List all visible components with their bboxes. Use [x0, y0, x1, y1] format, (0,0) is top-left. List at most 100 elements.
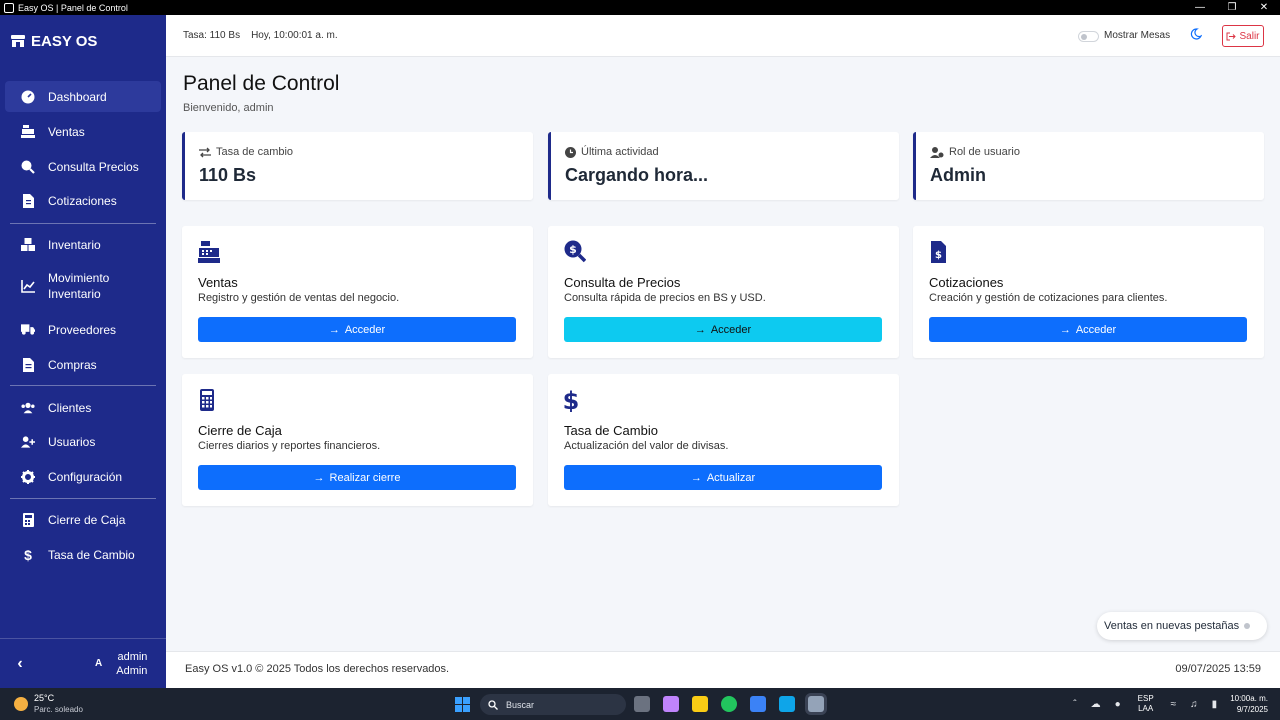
module-description: Cierres diarios y reportes financieros.	[198, 440, 381, 452]
os-taskbar: 25°C Parc. soleado Buscar ˆ ☁ ● ESP LAA …	[0, 688, 1280, 720]
sidebar-item-cotizaciones[interactable]: Cotizaciones	[5, 185, 161, 216]
sidebar-item-tasa-de-cambio[interactable]: $ Tasa de Cambio	[5, 539, 161, 570]
maximize-button[interactable]: ❐	[1216, 0, 1248, 15]
welcome-text: Bienvenido, admin	[183, 102, 274, 114]
store-icon[interactable]	[750, 696, 766, 712]
temperature: 25°C	[34, 693, 55, 703]
module-title: Ventas	[198, 275, 238, 290]
avatar[interactable]: A	[95, 658, 102, 669]
sidebar-item-consulta-precios[interactable]: Consulta Precios	[5, 151, 161, 182]
sidebar-item-label: Tasa de Cambio	[48, 547, 135, 562]
cash-register-icon	[198, 241, 220, 263]
weather-widget[interactable]: 25°C Parc. soleado	[14, 693, 83, 715]
module-title: Consulta de Precios	[564, 275, 681, 290]
page-title: Panel de Control	[183, 72, 340, 95]
stat-value: Admin	[930, 165, 986, 185]
consulta-precios-acceder-button[interactable]: → Acceder	[564, 317, 882, 342]
user-plus-icon	[21, 435, 35, 449]
button-label: Acceder	[1075, 323, 1117, 336]
module-card-cierre-de-caja: Cierre de Caja Cierres diarios y reporte…	[182, 374, 533, 506]
logout-button[interactable]: Salir	[1222, 25, 1264, 47]
window-title: Easy OS | Panel de Control	[18, 2, 128, 13]
weather-icon	[14, 697, 28, 711]
arrow-right-icon: →	[313, 471, 325, 484]
sidebar-item-proveedores[interactable]: Proveedores	[5, 314, 161, 345]
module-description: Registro y gestión de ventas del negocio…	[198, 292, 400, 304]
stat-value: 110 Bs	[199, 165, 257, 185]
sidebar-item-compras[interactable]: Compras	[5, 349, 161, 380]
cotizaciones-acceder-button[interactable]: → Acceder	[929, 317, 1247, 342]
sidebar-item-configuracion[interactable]: Configuración	[5, 461, 161, 492]
sidebar-item-label: Dashboard	[48, 89, 107, 104]
sidebar-item-ventas[interactable]: Ventas	[5, 116, 161, 147]
copyright: Easy OS v1.0 © 2025 Todos los derechos r…	[185, 663, 450, 675]
file-icon	[21, 357, 35, 372]
calculator-icon	[21, 512, 35, 527]
taskbar-search[interactable]: Buscar	[480, 694, 626, 715]
easy-os-app-icon[interactable]	[808, 696, 824, 712]
minimize-button[interactable]: —	[1184, 0, 1216, 15]
edge-browser-icon[interactable]	[721, 696, 737, 712]
footer-datetime: 09/07/2025 13:59	[1175, 663, 1261, 675]
sidebar-footer: ‹ A admin Admin	[0, 638, 166, 688]
chart-line-icon	[21, 279, 35, 293]
module-title: Cierre de Caja	[198, 423, 282, 438]
file-invoice-dollar-icon: $	[931, 241, 946, 263]
arrow-right-icon: →	[690, 471, 702, 484]
sidebar-item-label: Cierre de Caja	[48, 512, 126, 527]
gear-icon	[21, 469, 35, 484]
file-explorer-icon[interactable]	[692, 696, 708, 712]
arrow-right-icon: →	[1059, 323, 1071, 336]
module-card-cotizaciones: $ Cotizaciones Creación y gestión de cot…	[913, 226, 1264, 358]
sidebar-item-usuarios[interactable]: Usuarios	[5, 426, 161, 457]
sign-out-icon	[1226, 32, 1237, 40]
module-description: Creación y gestión de cotizaciones para …	[929, 292, 1168, 304]
mostrar-mesas-label: Mostrar Mesas	[1104, 30, 1171, 41]
wifi-icon[interactable]: ≈	[1171, 699, 1177, 710]
file-invoice-icon	[21, 193, 35, 208]
arrow-right-icon: →	[694, 323, 706, 336]
language-indicator[interactable]: ESP LAA	[1138, 694, 1154, 714]
sidebar-item-clientes[interactable]: Clientes	[5, 392, 161, 423]
cloud-icon[interactable]: ☁	[1091, 699, 1101, 710]
logout-label: Salir	[1239, 30, 1260, 42]
user-role: Admin	[116, 664, 148, 677]
sidebar-item-label: Compras	[48, 357, 97, 372]
battery-icon[interactable]: ▮	[1212, 699, 1218, 710]
ventas-acceder-button[interactable]: → Acceder	[198, 317, 516, 342]
copilot-icon[interactable]	[663, 696, 679, 712]
system-tray: ˆ ☁ ● ESP LAA ≈ ♫ ▮ 10:00a. m. 9/7/2025	[1066, 688, 1280, 720]
search-dollar-icon: $	[564, 240, 586, 263]
actualizar-button[interactable]: → Actualizar	[564, 465, 882, 490]
volume-icon[interactable]: ♫	[1190, 699, 1198, 710]
sidebar-item-label: Clientes	[48, 400, 92, 415]
microphone-icon[interactable]: ●	[1115, 699, 1121, 710]
exchange-icon	[199, 147, 211, 157]
ventas-nuevas-pestanas-toggle[interactable]: Ventas en nuevas pestañas	[1097, 612, 1267, 640]
search-icon	[488, 699, 498, 710]
sidebar-item-label: Cotizaciones	[48, 193, 117, 208]
sidebar-item-dashboard[interactable]: Dashboard	[5, 81, 161, 112]
chevron-up-icon[interactable]: ˆ	[1073, 699, 1076, 710]
stat-card-ultima-actividad: Última actividad Cargando hora...	[548, 132, 899, 200]
users-icon	[21, 401, 35, 415]
sidebar-item-movimiento-inventario[interactable]: Movimiento Inventario	[5, 264, 161, 308]
sidebar-item-label: Movimiento Inventario	[48, 271, 110, 301]
collapse-sidebar-button[interactable]: ‹	[0, 655, 40, 673]
dark-mode-toggle[interactable]	[1190, 28, 1203, 43]
sidebar-item-cierre-de-caja[interactable]: Cierre de Caja	[5, 504, 161, 535]
system-clock[interactable]: 10:00a. m. 9/7/2025	[1230, 693, 1268, 715]
moon-icon	[1190, 28, 1203, 40]
outlook-icon[interactable]	[779, 696, 795, 712]
task-view-icon[interactable]	[634, 696, 650, 712]
close-button[interactable]: ✕	[1248, 0, 1280, 15]
exchange-rate-display: Tasa: 110 Bs	[183, 30, 241, 41]
brand[interactable]: EASY OS	[0, 15, 166, 67]
mostrar-mesas-toggle[interactable]	[1078, 31, 1099, 42]
stat-label: Rol de usuario	[949, 146, 1020, 158]
search-placeholder: Buscar	[506, 699, 535, 710]
sidebar-item-inventario[interactable]: Inventario	[5, 229, 161, 260]
user-name: admin	[117, 650, 148, 663]
realizar-cierre-button[interactable]: → Realizar cierre	[198, 465, 516, 490]
start-button[interactable]	[455, 697, 470, 712]
